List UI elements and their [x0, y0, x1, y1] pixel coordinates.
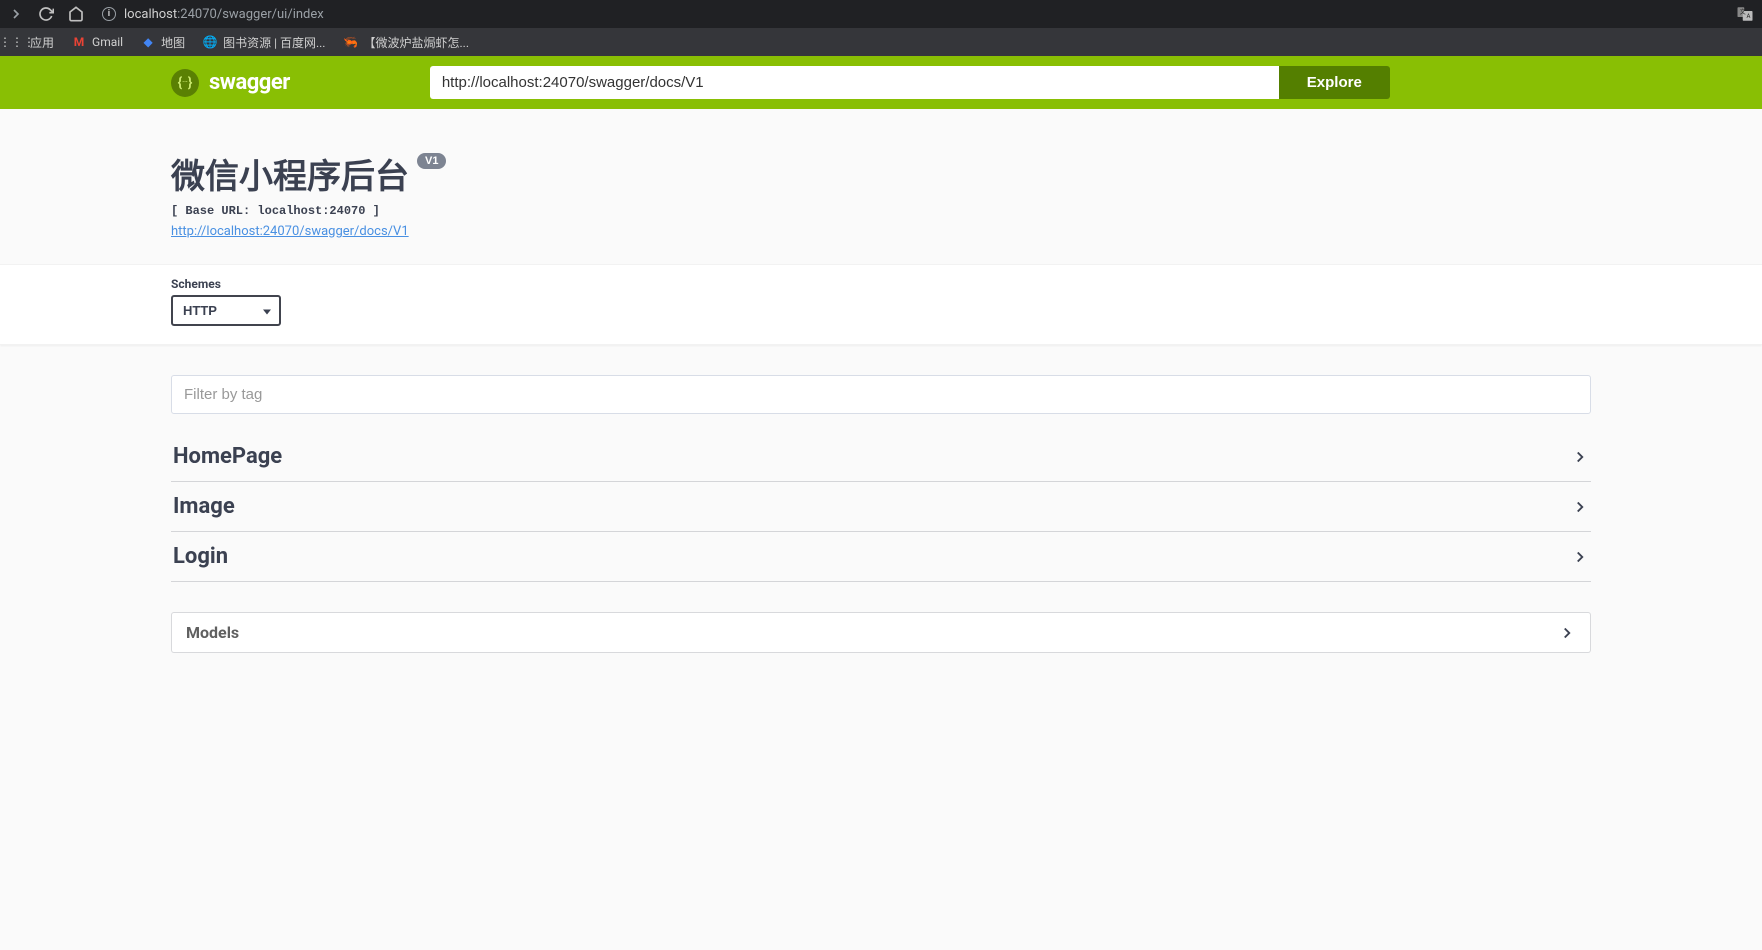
- nav-forward-icon[interactable]: [8, 6, 24, 22]
- maps-icon: ◆: [141, 35, 155, 49]
- tag-name: Login: [173, 544, 228, 569]
- bookmark-label: 应用: [30, 34, 54, 51]
- tag-name: Image: [173, 494, 235, 519]
- tag-image[interactable]: Image: [171, 482, 1591, 532]
- chevron-right-icon: [1558, 624, 1576, 642]
- site-info-icon[interactable]: i: [102, 7, 116, 21]
- gmail-icon: M: [72, 35, 86, 49]
- tag-homepage[interactable]: HomePage: [171, 432, 1591, 482]
- bookmark-maps[interactable]: ◆ 地图: [141, 34, 185, 51]
- docs-link[interactable]: http://localhost:24070/swagger/docs/V1: [171, 224, 409, 239]
- apps-icon: ⋮⋮⋮: [10, 35, 24, 49]
- browser-chrome: i localhost:24070/swagger/ui/index 文A ⋮⋮…: [0, 0, 1762, 56]
- bookmark-label: 地图: [161, 34, 185, 51]
- url-text: localhost:24070/swagger/ui/index: [124, 7, 324, 22]
- nav-home-icon[interactable]: [68, 6, 84, 22]
- explore-button[interactable]: Explore: [1279, 66, 1390, 99]
- api-title: 微信小程序后台 V1: [171, 149, 446, 198]
- translate-icon[interactable]: 文A: [1736, 5, 1754, 23]
- svg-text:文: 文: [1740, 8, 1746, 16]
- api-info: 微信小程序后台 V1 [ Base URL: localhost:24070 ]…: [151, 109, 1611, 264]
- bookmark-books[interactable]: 🌐 图书资源 | 百度网...: [203, 34, 325, 51]
- swagger-logo-text: swagger: [209, 70, 290, 95]
- schemes-section: Schemes HTTP: [0, 264, 1762, 345]
- swagger-logo[interactable]: {···} swagger: [171, 69, 290, 97]
- nav-reload-icon[interactable]: [38, 6, 54, 22]
- globe-icon: 🌐: [203, 35, 217, 49]
- tag-login[interactable]: Login: [171, 532, 1591, 582]
- bookmark-label: 【微波炉盐焗虾怎...: [363, 34, 469, 51]
- main-content: HomePage Image Login Models: [151, 345, 1611, 683]
- version-badge: V1: [417, 153, 446, 169]
- chevron-right-icon: [1571, 498, 1589, 516]
- bookmark-apps[interactable]: ⋮⋮⋮ 应用: [10, 34, 54, 51]
- filter-input[interactable]: [171, 375, 1591, 414]
- swagger-topbar: {···} swagger Explore: [0, 56, 1762, 109]
- bookmark-label: 图书资源 | 百度网...: [223, 34, 325, 51]
- cook-icon: 🦐: [343, 35, 357, 49]
- bookmark-label: Gmail: [92, 35, 123, 49]
- bookmark-recipe[interactable]: 🦐 【微波炉盐焗虾怎...: [343, 34, 469, 51]
- address-bar[interactable]: i localhost:24070/swagger/ui/index: [98, 7, 1722, 22]
- models-title: Models: [186, 623, 239, 642]
- base-url: [ Base URL: localhost:24070 ]: [171, 204, 1591, 218]
- chevron-right-icon: [1571, 448, 1589, 466]
- swagger-logo-icon: {···}: [171, 69, 199, 97]
- scheme-select[interactable]: HTTP: [171, 295, 281, 326]
- svg-text:A: A: [1747, 13, 1751, 20]
- bookmark-gmail[interactable]: M Gmail: [72, 35, 123, 49]
- browser-toolbar: i localhost:24070/swagger/ui/index 文A: [0, 0, 1762, 28]
- schemes-label: Schemes: [171, 277, 1591, 291]
- bookmarks-bar: ⋮⋮⋮ 应用 M Gmail ◆ 地图 🌐 图书资源 | 百度网... 🦐 【微…: [0, 28, 1762, 56]
- models-section[interactable]: Models: [171, 612, 1591, 653]
- api-title-text: 微信小程序后台: [171, 149, 409, 198]
- tag-name: HomePage: [173, 444, 282, 469]
- chevron-right-icon: [1571, 548, 1589, 566]
- swagger-url-input[interactable]: [430, 66, 1279, 99]
